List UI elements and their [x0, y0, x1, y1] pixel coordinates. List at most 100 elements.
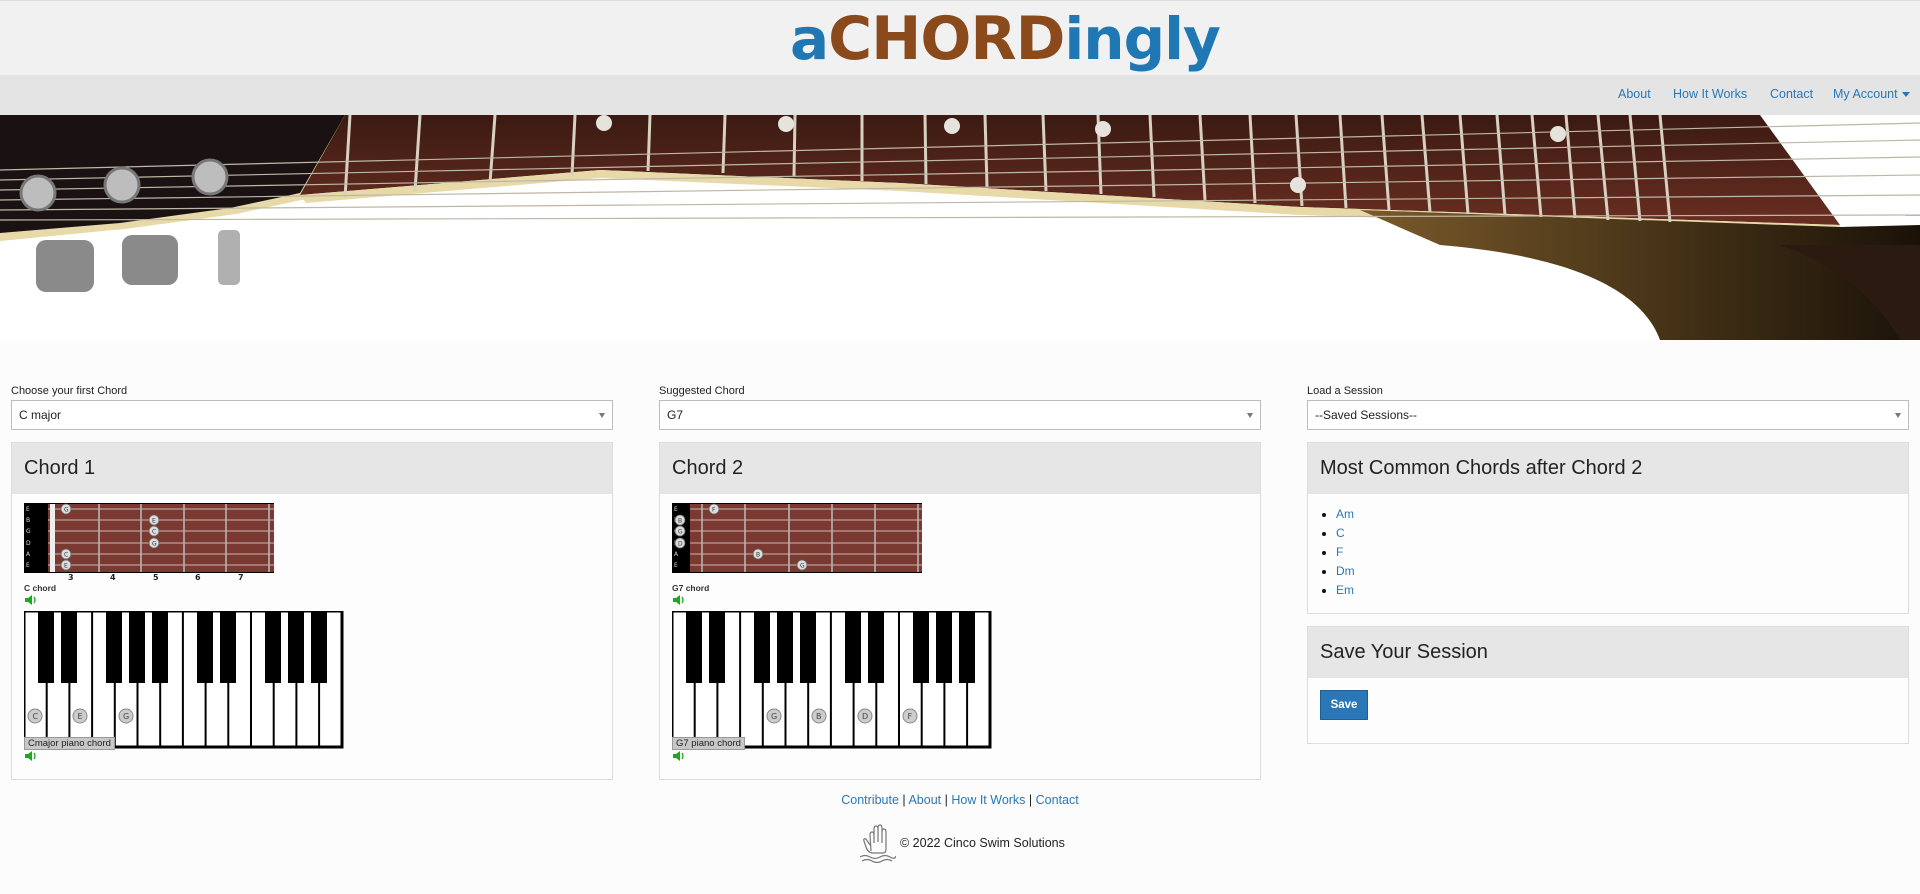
waving-hand-logo-icon: [859, 824, 896, 863]
chord-link-f[interactable]: F: [1336, 545, 1343, 559]
fret-note: E: [64, 563, 68, 570]
chord-link-c[interactable]: C: [1336, 526, 1345, 540]
fret-number: 7: [238, 573, 244, 581]
footer-separator: |: [944, 793, 948, 807]
main-navbar: About How It Works Contact My Account: [0, 75, 1920, 115]
list-item: Dm: [1336, 562, 1355, 581]
common-chords-list: Am C F Dm Em: [1336, 505, 1355, 600]
chord-1-piano-caption: Cmajor piano chord: [24, 737, 115, 750]
first-chord-select[interactable]: C major: [11, 400, 613, 430]
footer-link-contribute[interactable]: Contribute: [841, 793, 899, 807]
string-label: E: [674, 562, 678, 569]
nav-contact[interactable]: Contact: [1770, 87, 1813, 101]
save-session-body: Save: [1308, 678, 1908, 744]
chord-link-em[interactable]: Em: [1336, 583, 1354, 597]
string-label: E: [26, 506, 30, 513]
save-session-panel: Save Your Session Save: [1307, 626, 1909, 744]
string-label: D: [26, 540, 31, 547]
column-suggested-chord: Suggested Chord G7: [659, 383, 1261, 430]
string-label: E: [26, 562, 30, 569]
site-logo[interactable]: aCHORDingly: [790, 3, 1221, 75]
fret-note: B: [678, 518, 682, 525]
footer-separator: |: [902, 793, 906, 807]
fret-note: E: [152, 518, 156, 525]
fret-number: 5: [153, 573, 159, 581]
load-session-select-value: --Saved Sessions--: [1315, 408, 1418, 422]
fret-number: 6: [195, 573, 201, 581]
piano-note: B: [816, 712, 822, 721]
site-header: aCHORDingly: [0, 0, 1920, 75]
string-label: E: [674, 506, 678, 513]
nav-how-it-works[interactable]: How It Works: [1673, 87, 1747, 101]
list-item: C: [1336, 524, 1355, 543]
string-label: B: [26, 517, 30, 524]
chord-1-fretboard: E B G D A E G E C G C E 3 4 5 6 7: [24, 503, 274, 581]
caret-down-icon: [1901, 92, 1910, 98]
guitar-neck-photo-icon: [0, 115, 1920, 340]
fret-note: D: [678, 541, 683, 548]
chord-2-piano: G B D F: [672, 611, 992, 749]
chord-2-panel: Chord 2 E B G D A E F B G D B G G7 chord: [659, 442, 1261, 780]
suggested-chord-select[interactable]: G7: [659, 400, 1261, 430]
fret-note: G: [678, 529, 683, 536]
nav-my-account[interactable]: My Account: [1833, 87, 1910, 101]
list-item: Em: [1336, 581, 1355, 600]
fret-number: 3: [68, 573, 74, 581]
chord-2-piano-caption: G7 piano chord: [672, 737, 745, 750]
suggested-chord-select-value: G7: [667, 408, 684, 422]
piano-note: F: [908, 712, 913, 721]
piano-note: E: [78, 712, 83, 721]
speaker-icon[interactable]: [24, 750, 38, 762]
select-arrow-icon: [599, 413, 605, 418]
logo-part-chord: CHORD: [828, 4, 1065, 74]
logo-part-a: a: [790, 5, 829, 73]
fret-note: C: [152, 529, 156, 536]
nav-about[interactable]: About: [1618, 87, 1651, 101]
load-session-select[interactable]: --Saved Sessions--: [1307, 400, 1909, 430]
piano-note: C: [33, 712, 39, 721]
chord-2-fretboard-caption: G7 chord: [672, 583, 710, 593]
fret-note: B: [756, 552, 760, 559]
chord-1-title: Chord 1: [12, 443, 612, 494]
column-first-chord: Choose your first Chord C major: [11, 383, 613, 430]
chord-link-dm[interactable]: Dm: [1336, 564, 1355, 578]
fret-note: G: [152, 541, 157, 548]
fret-note: F: [712, 507, 716, 514]
string-label: G: [26, 528, 31, 535]
suggested-chord-label: Suggested Chord: [659, 385, 745, 397]
first-chord-label: Choose your first Chord: [11, 385, 128, 397]
save-button[interactable]: Save: [1320, 690, 1368, 720]
select-arrow-icon: [1247, 413, 1253, 418]
footer-separator: |: [1028, 793, 1033, 807]
common-chords-title: Most Common Chords after Chord 2: [1308, 443, 1908, 494]
hero-banner: [0, 115, 1920, 340]
fret-note: G: [64, 507, 69, 514]
copyright-text: © 2022 Cinco Swim Solutions: [900, 836, 1065, 850]
select-arrow-icon: [1895, 413, 1901, 418]
footer-links: Contribute | About | How It Works | Cont…: [0, 793, 1920, 807]
fret-number: 4: [110, 573, 116, 581]
footer-link-about[interactable]: About: [908, 793, 941, 807]
footer-link-contact[interactable]: Contact: [1036, 793, 1079, 807]
nav-my-account-label: My Account: [1833, 87, 1898, 101]
chord-2-title: Chord 2: [660, 443, 1260, 494]
logo-part-ingly: ingly: [1064, 5, 1220, 73]
fret-note: G: [800, 563, 805, 570]
list-item: Am: [1336, 505, 1355, 524]
chord-1-panel: Chord 1 E B G D A E G E C G C E 3 4 5 6 …: [11, 442, 613, 780]
speaker-icon[interactable]: [672, 594, 686, 606]
save-session-title: Save Your Session: [1308, 627, 1908, 678]
footer-link-how-it-works[interactable]: How It Works: [951, 793, 1025, 807]
piano-note: G: [771, 712, 777, 721]
chord-1-fretboard-caption: C chord: [24, 583, 57, 593]
piano-note: G: [123, 712, 129, 721]
chord-1-piano: C E G: [24, 611, 344, 749]
load-session-label: Load a Session: [1307, 385, 1383, 397]
list-item: F: [1336, 543, 1355, 562]
chord-2-fretboard: E B G D A E F B G D B G: [672, 503, 922, 573]
speaker-icon[interactable]: [672, 750, 686, 762]
fret-note: C: [64, 552, 68, 559]
speaker-icon[interactable]: [24, 594, 38, 606]
first-chord-select-value: C major: [19, 408, 62, 422]
chord-link-am[interactable]: Am: [1336, 507, 1354, 521]
